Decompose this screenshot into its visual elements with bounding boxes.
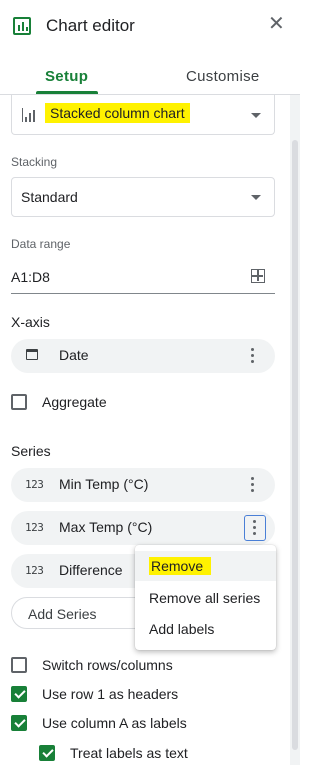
stacking-value: Standard bbox=[21, 189, 78, 205]
column-chart-icon bbox=[22, 108, 36, 122]
chart-editor-icon bbox=[13, 17, 31, 35]
data-range-underline bbox=[11, 293, 275, 294]
chevron-down-icon bbox=[251, 195, 261, 200]
calendar-icon bbox=[26, 349, 38, 360]
x-axis-item-label: Date bbox=[59, 347, 89, 363]
tab-customise[interactable]: Customise bbox=[186, 68, 260, 85]
tab-setup[interactable]: Setup bbox=[45, 68, 88, 85]
number-icon: 123 bbox=[25, 564, 44, 577]
series-item-label: Min Temp (°C) bbox=[59, 476, 149, 492]
x-axis-item[interactable]: Date bbox=[11, 339, 275, 373]
series-heading: Series bbox=[11, 443, 51, 459]
more-vert-icon[interactable] bbox=[243, 475, 263, 495]
chart-type-value: Stacked column chart bbox=[45, 103, 190, 123]
series-item-label: Max Temp (°C) bbox=[59, 519, 153, 535]
aggregate-label: Aggregate bbox=[42, 394, 107, 410]
series-item-label: Difference bbox=[59, 562, 123, 578]
stacking-select[interactable]: Standard bbox=[11, 177, 275, 217]
panel-title: Chart editor bbox=[46, 16, 135, 35]
number-icon: 123 bbox=[25, 521, 44, 534]
switch-rows-columns-checkbox[interactable] bbox=[11, 657, 27, 673]
stacking-label: Stacking bbox=[11, 155, 58, 169]
add-series-button[interactable]: Add Series bbox=[11, 597, 151, 629]
chart-type-select[interactable]: Stacked column chart bbox=[11, 95, 275, 135]
switch-rows-columns-label: Switch rows/columns bbox=[42, 657, 173, 673]
menu-item-label: Remove all series bbox=[149, 590, 261, 606]
series-context-menu: Remove Remove all series Add labels bbox=[135, 545, 276, 650]
use-column-a-labels-label: Use column A as labels bbox=[42, 715, 187, 731]
use-column-a-labels-checkbox[interactable] bbox=[11, 715, 27, 731]
data-range-label: Data range bbox=[11, 237, 71, 251]
number-icon: 123 bbox=[25, 478, 44, 491]
use-row-1-headers-checkbox[interactable] bbox=[11, 686, 27, 702]
menu-item-label: Add labels bbox=[149, 621, 215, 637]
data-range-input[interactable]: A1:D8 bbox=[11, 269, 50, 285]
menu-item-remove-all-series[interactable]: Remove all series bbox=[135, 583, 276, 613]
more-vert-icon[interactable] bbox=[243, 346, 263, 366]
x-axis-heading: X-axis bbox=[11, 314, 50, 330]
grid-icon[interactable] bbox=[251, 269, 265, 283]
series-item[interactable]: 123 Min Temp (°C) bbox=[11, 468, 275, 502]
treat-labels-as-text-checkbox[interactable] bbox=[39, 745, 55, 761]
series-item[interactable]: 123 Max Temp (°C) bbox=[11, 511, 275, 545]
add-series-label: Add Series bbox=[28, 606, 97, 622]
scrollbar-thumb[interactable] bbox=[292, 140, 298, 750]
close-icon[interactable]: ✕ bbox=[268, 14, 285, 34]
menu-item-add-labels[interactable]: Add labels bbox=[135, 614, 276, 644]
menu-item-label: Remove bbox=[149, 557, 212, 575]
more-vert-icon[interactable] bbox=[244, 515, 266, 541]
use-row-1-headers-label: Use row 1 as headers bbox=[42, 686, 179, 702]
aggregate-checkbox[interactable] bbox=[11, 394, 27, 410]
treat-labels-as-text-label: Treat labels as text bbox=[70, 745, 188, 761]
chevron-down-icon bbox=[251, 112, 261, 118]
menu-item-remove[interactable]: Remove bbox=[135, 551, 276, 581]
